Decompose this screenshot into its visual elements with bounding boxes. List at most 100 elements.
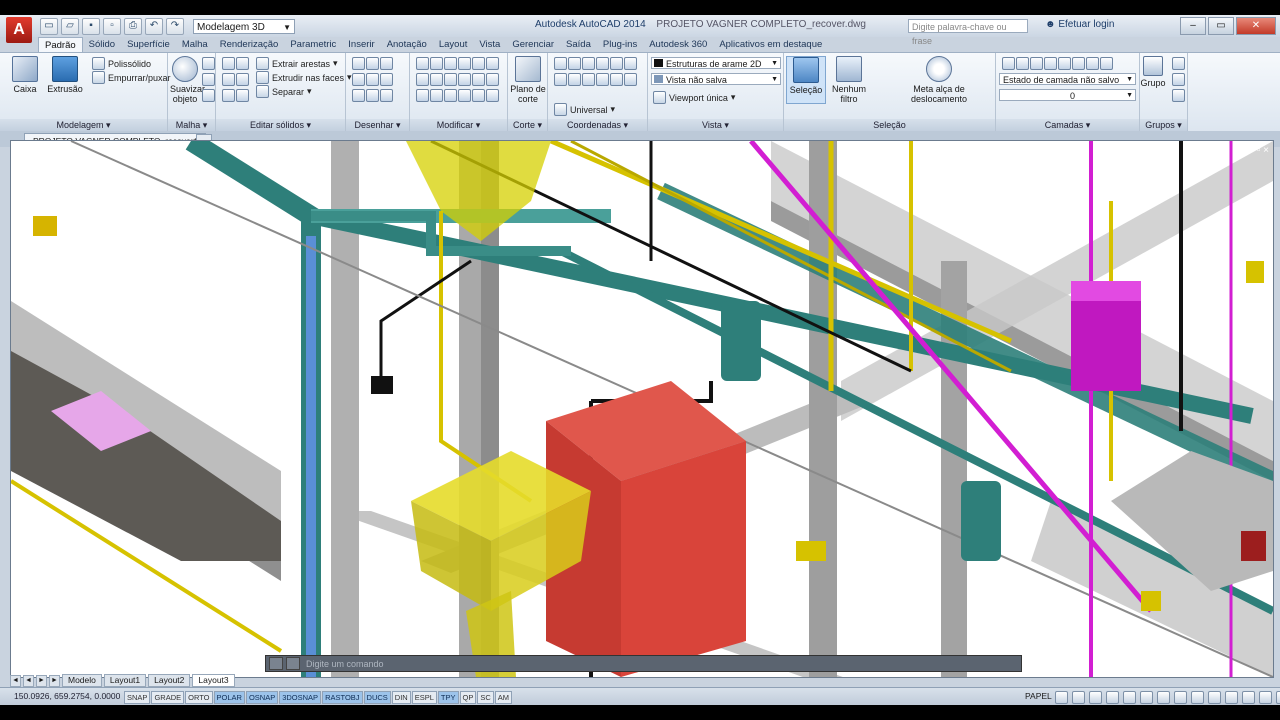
next-layout-icon[interactable]: ►	[36, 674, 47, 687]
caixa-button[interactable]: Caixa	[6, 56, 44, 94]
ucs-icon[interactable]	[596, 73, 609, 86]
interfere-icon[interactable]	[222, 89, 235, 102]
selecao-button[interactable]: Seleção	[786, 56, 826, 104]
visual-style-dropdown[interactable]: Estruturas de arame 2D ▼	[651, 57, 781, 69]
toggle-osnap[interactable]: OSNAP	[245, 691, 279, 704]
last-layout-icon[interactable]: ►	[49, 674, 60, 687]
tab-inserir[interactable]: Inserir	[342, 37, 380, 52]
layer-icon[interactable]	[1072, 57, 1085, 70]
toggle-qp[interactable]: QP	[459, 691, 477, 704]
circle-icon[interactable]	[366, 73, 379, 86]
ungroup-icon[interactable]	[1172, 57, 1185, 70]
ucs-icon[interactable]	[568, 57, 581, 70]
print-icon[interactable]: ⎙	[124, 18, 142, 35]
mesh-tool-icon[interactable]	[202, 73, 215, 86]
minimize-button[interactable]: –	[1180, 17, 1206, 35]
mesh-tool-icon[interactable]	[202, 57, 215, 70]
quick-view-layouts-icon[interactable]	[1055, 691, 1068, 704]
ucs-icon[interactable]	[554, 57, 567, 70]
offset-icon[interactable]	[486, 73, 499, 86]
ucs-icon[interactable]	[624, 73, 637, 86]
panel-title-coordenadas[interactable]: Coordenadas ▾	[548, 119, 647, 131]
ellipse-icon[interactable]	[380, 73, 393, 86]
group-select-icon[interactable]	[1172, 89, 1185, 102]
separar-button[interactable]: Separar ▾	[256, 85, 312, 98]
3d-array-icon[interactable]	[472, 89, 485, 102]
universal-dropdown[interactable]: Universal ▾	[554, 103, 615, 116]
grupo-button[interactable]: Grupo	[1140, 56, 1166, 88]
save-icon[interactable]: ▪	[82, 18, 100, 35]
arc-icon[interactable]	[366, 57, 379, 70]
command-input[interactable]: Digite um comando	[306, 659, 384, 669]
tab-parametric[interactable]: Parametric	[284, 37, 342, 52]
slice-icon[interactable]	[236, 73, 249, 86]
workspace-switch-icon[interactable]	[1191, 691, 1204, 704]
tab-plugins[interactable]: Plug-ins	[597, 37, 643, 52]
plano-corte-button[interactable]: Plano de corte	[509, 56, 547, 104]
tab-modelo[interactable]: Modelo	[62, 674, 102, 687]
viewport-dropdown[interactable]: Viewport única ▾	[653, 91, 735, 104]
hatch-icon[interactable]	[380, 89, 393, 102]
suavizar-button[interactable]: Suavizar objeto	[170, 56, 205, 104]
ucs-icon[interactable]	[610, 57, 623, 70]
erase-icon[interactable]	[458, 73, 471, 86]
rotate-icon[interactable]	[430, 57, 443, 70]
empurrar-button[interactable]: Empurrar/puxar	[92, 71, 171, 84]
subtract-icon[interactable]	[236, 57, 249, 70]
undo-icon[interactable]: ↶	[145, 18, 163, 35]
polygon-icon[interactable]	[366, 89, 379, 102]
trim-icon[interactable]	[444, 57, 457, 70]
toggle-grade[interactable]: GRADE	[151, 691, 185, 704]
toggle-polar[interactable]: POLAR	[213, 691, 245, 704]
toggle-3dosnap[interactable]: 3DOSNAP	[279, 691, 322, 704]
layer-icon[interactable]	[1100, 57, 1113, 70]
tab-solido[interactable]: Sólido	[83, 37, 121, 52]
tab-layout2[interactable]: Layout2	[148, 674, 191, 687]
panel-title-camadas[interactable]: Camadas ▾	[996, 119, 1139, 131]
3d-move-icon[interactable]	[430, 89, 443, 102]
zoom-icon[interactable]	[1106, 691, 1119, 704]
application-status-icon[interactable]	[1259, 691, 1272, 704]
copy-icon[interactable]	[458, 57, 471, 70]
annotation-scale-icon[interactable]	[1157, 691, 1170, 704]
new-file-icon[interactable]: ▭	[40, 18, 58, 35]
tab-padrao[interactable]: Padrão	[38, 37, 83, 52]
tab-superficie[interactable]: Superfície	[121, 37, 176, 52]
group-edit-icon[interactable]	[1172, 73, 1185, 86]
tab-gerenciar[interactable]: Gerenciar	[506, 37, 560, 52]
save-as-icon[interactable]: ▫	[103, 18, 121, 35]
layer-dropdown[interactable]: 0 ▼	[999, 89, 1136, 101]
layer-properties-icon[interactable]	[1002, 57, 1015, 70]
open-file-icon[interactable]: ▱	[61, 18, 79, 35]
shell-icon[interactable]	[236, 89, 249, 102]
redo-icon[interactable]: ↷	[166, 18, 184, 35]
saved-view-dropdown[interactable]: Vista não salva ▼	[651, 73, 781, 85]
ucs-icon[interactable]	[568, 73, 581, 86]
tab-renderizacao[interactable]: Renderização	[214, 37, 285, 52]
polyline-icon[interactable]	[352, 57, 365, 70]
login-button[interactable]: ☻ Efetuar login	[1045, 19, 1114, 30]
ucs-icon[interactable]	[582, 73, 595, 86]
line-icon[interactable]	[352, 73, 365, 86]
toggle-orto[interactable]: ORTO	[185, 691, 213, 704]
explode-icon[interactable]	[472, 73, 485, 86]
tab-anotacao[interactable]: Anotação	[381, 37, 433, 52]
steering-wheel-icon[interactable]	[1123, 691, 1136, 704]
polisolido-button[interactable]: Polissólido	[92, 57, 151, 70]
panel-title-editar-solidos[interactable]: Editar sólidos ▾	[216, 119, 345, 131]
tab-autodesk-360[interactable]: Autodesk 360	[643, 37, 713, 52]
toggle-sc[interactable]: SC	[477, 691, 494, 704]
extrudir-faces-button[interactable]: Extrudir nas faces ▾	[256, 71, 352, 84]
ucs-icon[interactable]	[554, 73, 567, 86]
drawing-viewport[interactable]: – ▫ ×	[10, 140, 1274, 678]
align-icon[interactable]	[416, 89, 429, 102]
spline-icon[interactable]	[380, 57, 393, 70]
layer-state-dropdown[interactable]: Estado de camada não salvo ▼	[999, 73, 1136, 85]
join-icon[interactable]	[486, 89, 499, 102]
3d-rotate-icon[interactable]	[444, 89, 457, 102]
extrair-arestas-button[interactable]: Extrair arestas ▾	[256, 57, 338, 70]
annotation-visibility-icon[interactable]	[1174, 691, 1187, 704]
layer-icon[interactable]	[1044, 57, 1057, 70]
tab-layout[interactable]: Layout	[433, 37, 474, 52]
array-icon[interactable]	[444, 73, 457, 86]
